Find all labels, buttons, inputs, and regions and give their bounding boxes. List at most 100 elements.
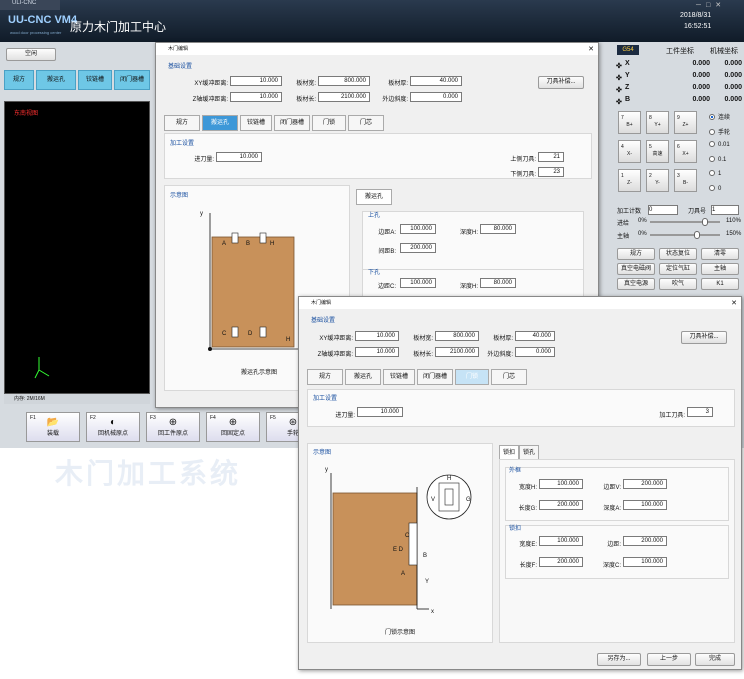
tool-input[interactable]: 3 (687, 407, 713, 417)
jog-button[interactable]: 1 Z- (618, 169, 641, 192)
z-buffer-input[interactable]: 10.000 (230, 92, 282, 102)
subtab-carry-hole[interactable]: 搬运孔 (356, 189, 392, 205)
feature-tab[interactable]: 门芯 (348, 115, 384, 131)
fkey-button[interactable]: F2 ◐ 回机械原点 (86, 412, 140, 442)
length-g-input[interactable]: 200.000 (539, 500, 583, 510)
outer-slope-input[interactable]: 0.000 (515, 347, 555, 357)
fkey-button[interactable]: F3 ⊕ 回工件原点 (146, 412, 200, 442)
feed-amount-label: 进刀量: (194, 157, 214, 163)
board-width-input[interactable]: 800.000 (318, 76, 370, 86)
spindle-slider[interactable] (650, 231, 720, 239)
operation-button[interactable]: 吹气 (659, 278, 697, 290)
jog-mode-radio[interactable]: 0.01 (709, 141, 730, 148)
feature-tab[interactable]: 搬运孔 (345, 369, 381, 385)
jog-button[interactable]: 5 高速 (646, 140, 669, 163)
craft-tab[interactable]: 闭门器槽 (114, 70, 150, 90)
previous-button[interactable]: 上一步 (647, 653, 691, 666)
board-width-input[interactable]: 800.000 (435, 331, 479, 341)
jog-key-label: B- (683, 180, 688, 186)
jog-button[interactable]: 6 X+ (674, 140, 697, 163)
fkey-button[interactable]: F4 ⊕ 回固定点 (206, 412, 260, 442)
coordinate-system[interactable]: G54 (617, 45, 639, 55)
depth-a-input[interactable]: 100.000 (623, 500, 667, 510)
board-length-input[interactable]: 2100.000 (318, 92, 370, 102)
width-h-input[interactable]: 100.000 (539, 479, 583, 489)
minimize-icon[interactable]: ─ (696, 2, 706, 9)
tool-number-field[interactable]: 1 (711, 205, 739, 215)
feed-amount-input[interactable]: 10.000 (357, 407, 403, 417)
feature-tab[interactable]: 规方 (164, 115, 200, 131)
operation-button[interactable]: 状态复位 (659, 248, 697, 260)
feature-tab[interactable]: 规方 (307, 369, 343, 385)
operation-button[interactable]: 定位气缸 (659, 263, 697, 275)
window-controls[interactable]: ─□✕ (696, 1, 726, 9)
jog-mode-radio[interactable]: 0.1 (709, 155, 726, 163)
axis-row: ✜ X 0.000 0.000 (616, 60, 744, 72)
feature-tab[interactable]: 铰链槽 (240, 115, 272, 131)
jog-button[interactable]: 2 Y- (646, 169, 669, 192)
status-button[interactable]: 空闲 (6, 48, 56, 61)
jog-button[interactable]: 8 Y+ (646, 111, 669, 134)
dialog-title: 木门编辑 ✕ (156, 43, 598, 55)
spindle-slider-thumb[interactable] (694, 231, 700, 239)
feed-slider[interactable] (650, 218, 720, 226)
feed-amount-input[interactable]: 10.000 (216, 152, 262, 162)
board-thickness-input[interactable]: 40.000 (410, 76, 462, 86)
depth-h-input[interactable]: 80.000 (480, 224, 516, 234)
tool-compensation-button[interactable]: 刀具补偿... (538, 76, 584, 89)
finish-button[interactable]: 完成 (695, 653, 735, 666)
operation-button[interactable]: 真空电磁阀 (617, 263, 655, 275)
jog-mode-radio[interactable]: 手轮 (709, 127, 730, 136)
feed-slider-thumb[interactable] (702, 218, 708, 226)
z-buffer-input[interactable]: 10.000 (355, 347, 399, 357)
craft-tab[interactable]: 搬运孔 (36, 70, 76, 90)
feature-tab[interactable]: 门芯 (491, 369, 527, 385)
depth-h-lower-input[interactable]: 80.000 (480, 278, 516, 288)
jog-mode-radio[interactable]: 1 (709, 170, 721, 177)
width-e-input[interactable]: 100.000 (539, 536, 583, 546)
edge-v-input[interactable]: 200.000 (623, 479, 667, 489)
feature-tab[interactable]: 门锁 (455, 369, 489, 385)
close-icon[interactable]: ✕ (715, 2, 726, 9)
jog-button[interactable]: 3 B- (674, 169, 697, 192)
outer-slope-input[interactable]: 0.000 (410, 92, 462, 102)
gap-b-input[interactable]: 200.000 (400, 243, 436, 253)
edge-d-label: 边距: (607, 542, 621, 548)
jog-button[interactable]: 9 Z+ (674, 111, 697, 134)
jog-mode-radio[interactable]: 连续 (709, 112, 730, 121)
craft-tab[interactable]: 铰链槽 (78, 70, 112, 90)
craft-tab[interactable]: 规方 (4, 70, 34, 90)
close-icon[interactable]: ✕ (588, 44, 594, 56)
feature-tab[interactable]: 门锁 (312, 115, 346, 131)
maximize-icon[interactable]: □ (706, 2, 715, 9)
operation-button[interactable]: K1 (701, 278, 739, 290)
lower-tool-input[interactable]: 23 (538, 167, 564, 177)
operation-button[interactable]: 清零 (701, 248, 739, 260)
operation-button[interactable]: 真空电源 (617, 278, 655, 290)
xy-buffer-input[interactable]: 10.000 (355, 331, 399, 341)
feature-tab[interactable]: 铰链槽 (383, 369, 415, 385)
axis-row: ✜ B 0.000 0.000 (616, 96, 744, 108)
operation-button[interactable]: 规方 (617, 248, 655, 260)
jog-button[interactable]: 7 B+ (618, 111, 641, 134)
edge-a-input[interactable]: 100.000 (400, 224, 436, 234)
operation-button[interactable]: 主轴 (701, 263, 739, 275)
xy-buffer-input[interactable]: 10.000 (230, 76, 282, 86)
feature-tab[interactable]: 搬运孔 (202, 115, 238, 131)
feature-tab[interactable]: 闭门器槽 (274, 115, 310, 131)
view-3d[interactable] (4, 101, 150, 394)
depth-c-input[interactable]: 100.000 (623, 557, 667, 567)
jog-button[interactable]: 4 X- (618, 140, 641, 163)
feature-tab[interactable]: 闭门器槽 (417, 369, 453, 385)
save-as-button[interactable]: 另存为... (597, 653, 641, 666)
close-icon[interactable]: ✕ (731, 298, 737, 310)
tool-compensation-button[interactable]: 刀具补偿... (681, 331, 727, 344)
piece-count-field[interactable]: 0 (648, 205, 678, 215)
length-f-input[interactable]: 200.000 (539, 557, 583, 567)
edge-d-input[interactable]: 200.000 (623, 536, 667, 546)
upper-tool-input[interactable]: 21 (538, 152, 564, 162)
jog-mode-radio[interactable]: 0 (709, 184, 721, 192)
fkey-button[interactable]: F1 📂 装载 (26, 412, 80, 442)
board-thickness-input[interactable]: 40.000 (515, 331, 555, 341)
edge-c-input[interactable]: 100.000 (400, 278, 436, 288)
